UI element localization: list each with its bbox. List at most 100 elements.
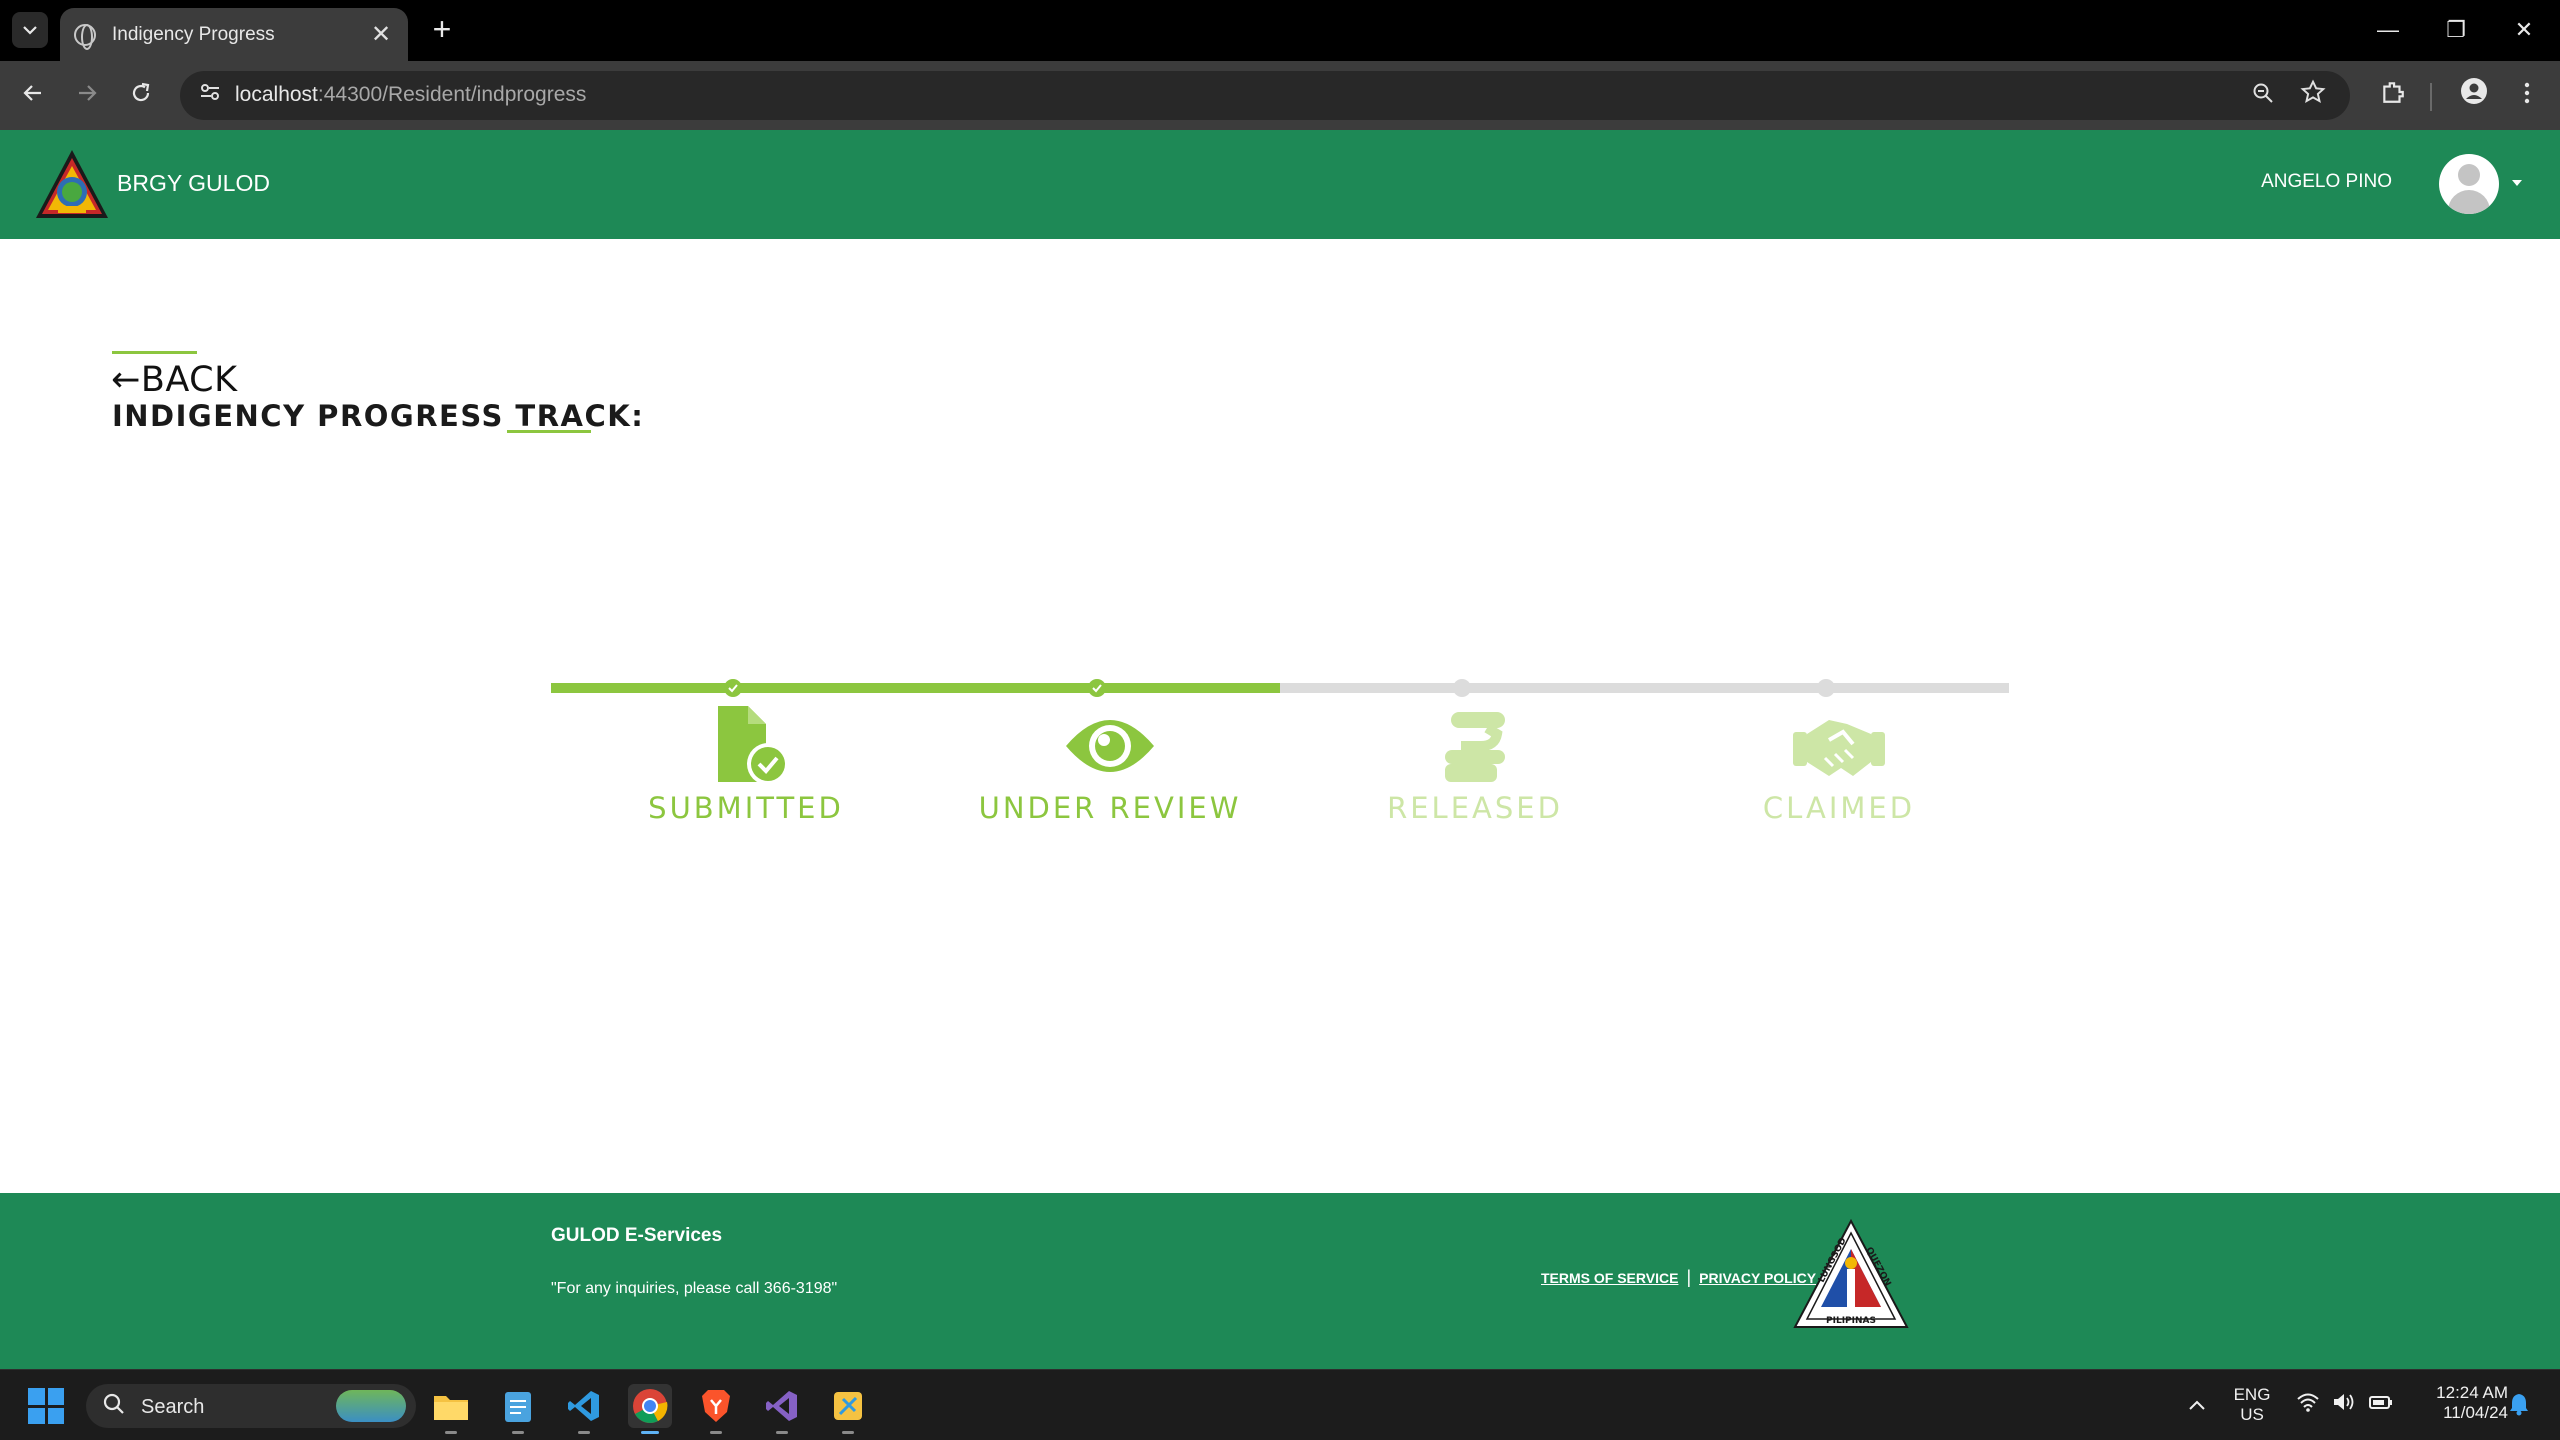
- minimize-button[interactable]: —: [2354, 10, 2422, 50]
- hand-release-icon: [1445, 712, 1505, 782]
- notepad-icon[interactable]: [496, 1384, 540, 1434]
- footer-links: TERMS OF SERVICE | PRIVACY POLICY: [1541, 1267, 1816, 1288]
- seal-text-bottom: PILIPINAS: [1826, 1316, 1876, 1326]
- reload-button[interactable]: [121, 76, 161, 116]
- chrome-icon[interactable]: [628, 1384, 672, 1434]
- search-highlight-image: [336, 1390, 406, 1422]
- app-indicator: [842, 1431, 854, 1434]
- taskbar-search[interactable]: Search: [86, 1384, 416, 1428]
- step-under-review: UNDER REVIEW: [960, 704, 1260, 825]
- step-label: SUBMITTED: [648, 791, 844, 825]
- site-footer: GULOD E-Services "For any inquiries, ple…: [0, 1193, 2560, 1369]
- page-title: INDIGENCY PROGRESS TRACK:: [112, 399, 645, 433]
- app-indicator: [641, 1431, 659, 1434]
- title-accent-top: [112, 351, 197, 354]
- back-nav-button[interactable]: [13, 76, 53, 116]
- user-menu-caret-icon[interactable]: [2512, 180, 2522, 186]
- url-host: localhost: [235, 83, 318, 106]
- step-marker-released: [1453, 679, 1471, 697]
- tab-search-button[interactable]: [12, 12, 48, 48]
- progress-track-fill: [551, 683, 1280, 693]
- tab-title: Indigency Progress: [112, 23, 275, 45]
- file-check-icon: [718, 706, 789, 785]
- avatar-body: [2448, 190, 2490, 214]
- vscode-icon[interactable]: [562, 1384, 606, 1434]
- user-avatar[interactable]: [2439, 154, 2499, 214]
- step-label: CLAIMED: [1762, 791, 1916, 825]
- wifi-icon[interactable]: [2296, 1392, 2320, 1418]
- search-label: Search: [141, 1396, 205, 1418]
- step-marker-submitted: [724, 679, 742, 697]
- footer-title: GULOD E-Services: [551, 1225, 723, 1246]
- address-bar[interactable]: localhost:44300/Resident/indprogress: [180, 71, 2350, 120]
- terms-of-service-link[interactable]: TERMS OF SERVICE: [1541, 1270, 1678, 1286]
- visual-studio-icon[interactable]: [760, 1384, 804, 1434]
- browser-toolbar: localhost:44300/Resident/indprogress: [0, 61, 2560, 130]
- profile-icon[interactable]: [2454, 76, 2494, 116]
- battery-icon[interactable]: [2368, 1392, 2394, 1418]
- step-label: RELEASED: [1387, 791, 1563, 825]
- app-indicator: [512, 1431, 524, 1434]
- input-language[interactable]: ENG US: [2228, 1385, 2276, 1425]
- back-label: BACK: [140, 360, 238, 400]
- back-arrow-icon: ←: [111, 360, 141, 400]
- region-code: US: [2240, 1405, 2264, 1424]
- bookmark-star-icon[interactable]: [2298, 79, 2328, 109]
- check-icon: [728, 684, 738, 693]
- menu-dots-icon[interactable]: [2507, 76, 2547, 116]
- arrow-left-icon: [23, 85, 41, 101]
- arrow-right-icon: [79, 85, 97, 101]
- language-code: ENG: [2233, 1385, 2271, 1404]
- footer-link-separator: |: [1686, 1267, 1692, 1287]
- snipping-tool-icon[interactable]: [826, 1384, 870, 1434]
- app-indicator: [710, 1431, 722, 1434]
- barangay-logo[interactable]: [34, 148, 110, 220]
- globe-icon: [74, 23, 96, 50]
- app-indicator: [578, 1431, 590, 1434]
- footer-inquiry-note: "For any inquiries, please call 366-3198…: [551, 1280, 838, 1297]
- eye-icon: [1066, 720, 1154, 772]
- brave-icon[interactable]: [694, 1384, 738, 1434]
- tray-chevron-up-icon[interactable]: [2187, 1392, 2207, 1418]
- clock-date: 11/04/24: [2443, 1403, 2508, 1422]
- extensions-icon[interactable]: [2373, 76, 2413, 116]
- notification-bell-icon[interactable]: [2508, 1392, 2530, 1422]
- toolbar-divider: [2430, 83, 2432, 111]
- tab-close-button[interactable]: ✕: [368, 20, 394, 49]
- url-text: localhost:44300/Resident/indprogress: [235, 83, 586, 107]
- search-icon: [102, 1392, 126, 1423]
- url-path: :44300/Resident/indprogress: [317, 83, 587, 106]
- restore-button[interactable]: ❐: [2422, 10, 2490, 50]
- step-label: UNDER REVIEW: [978, 791, 1242, 825]
- step-marker-claimed: [1817, 679, 1835, 697]
- windows-taskbar: Search ENG US 12:24 AM 11/04/24: [0, 1369, 2560, 1440]
- brand-name[interactable]: BRGY GULOD: [117, 170, 270, 197]
- step-submitted: SUBMITTED: [596, 704, 896, 825]
- zoom-icon[interactable]: [2248, 81, 2278, 111]
- browser-tab[interactable]: Indigency Progress ✕: [60, 8, 408, 61]
- clock[interactable]: 12:24 AM 11/04/24: [2408, 1383, 2508, 1423]
- app-indicator: [445, 1431, 457, 1434]
- volume-icon[interactable]: [2332, 1392, 2356, 1418]
- step-released: RELEASED: [1325, 704, 1625, 825]
- file-explorer-icon[interactable]: [429, 1384, 473, 1434]
- new-tab-button[interactable]: +: [424, 12, 460, 48]
- step-marker-under-review: [1088, 679, 1106, 697]
- site-header: BRGY GULOD ANGELO PINO: [0, 130, 2560, 239]
- chevron-down-icon: [23, 26, 37, 35]
- clock-time: 12:24 AM: [2436, 1383, 2508, 1402]
- title-accent-bottom: [507, 430, 591, 433]
- handshake-icon: [1793, 720, 1885, 776]
- quezon-city-seal: LUNGSOD QUEZON PILIPINAS: [1793, 1219, 1909, 1328]
- user-name[interactable]: ANGELO PINO: [2261, 171, 2392, 193]
- back-link[interactable]: ←BACK: [111, 360, 238, 400]
- windows-start-icon[interactable]: [28, 1388, 64, 1424]
- reload-icon: [132, 82, 150, 102]
- app-indicator: [776, 1431, 788, 1434]
- forward-nav-button[interactable]: [67, 76, 107, 116]
- step-claimed: CLAIMED: [1689, 704, 1989, 825]
- browser-tab-bar: Indigency Progress ✕ + — ❐ ✕: [0, 0, 2560, 61]
- avatar-head: [2458, 164, 2480, 186]
- close-window-button[interactable]: ✕: [2490, 10, 2558, 50]
- site-info-icon[interactable]: [196, 82, 224, 110]
